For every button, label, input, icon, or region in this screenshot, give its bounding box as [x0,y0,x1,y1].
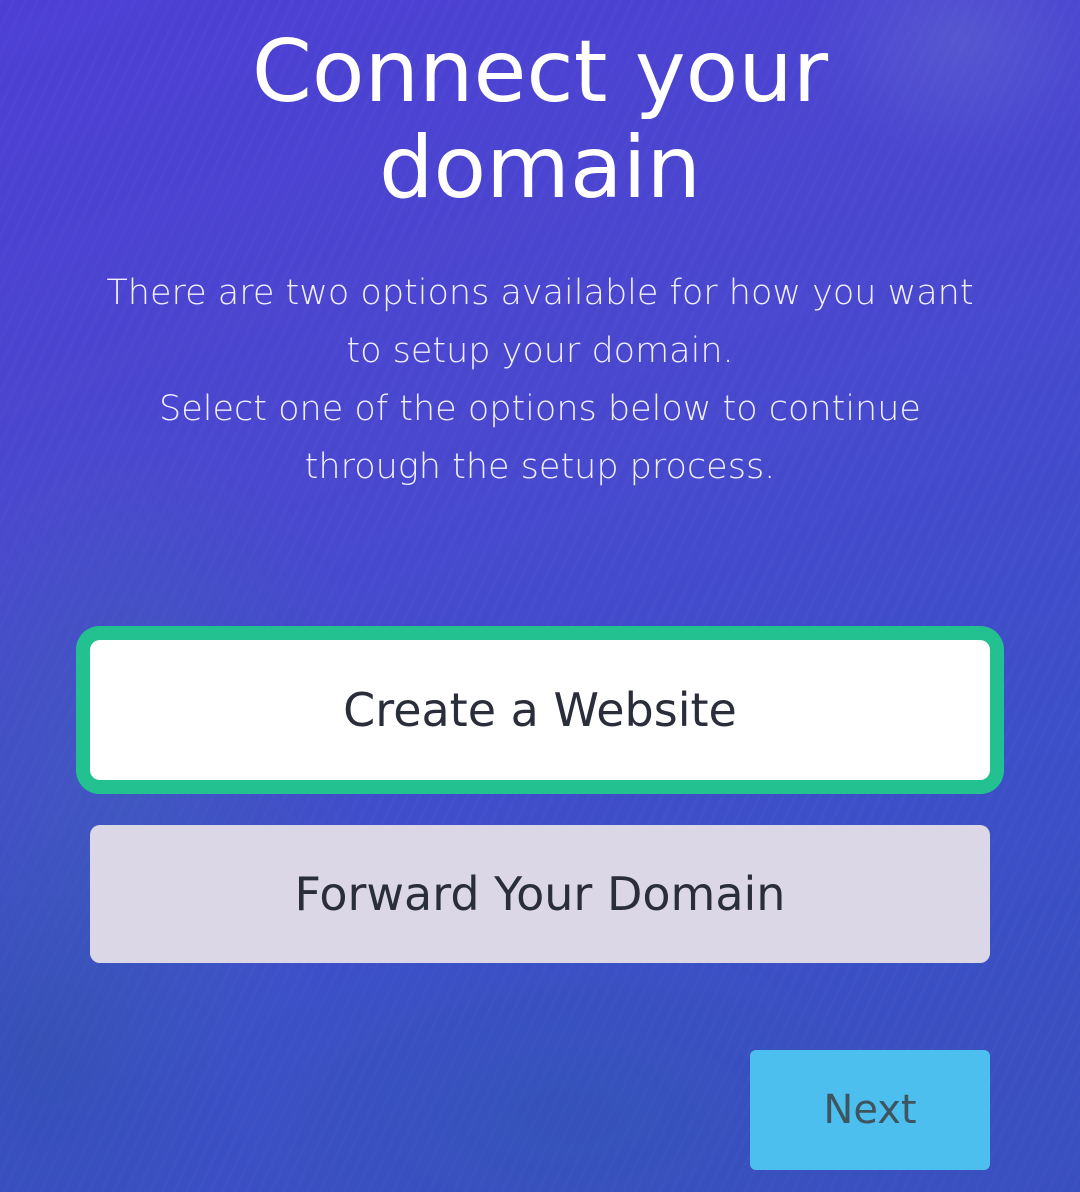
option-forward-domain-button[interactable]: Forward Your Domain [90,825,990,963]
next-button[interactable]: Next [750,1050,990,1170]
option-label: Forward Your Domain [294,867,786,921]
option-create-website-button[interactable]: Create a Website [90,640,990,780]
page-description: There are two options available for how … [106,273,974,487]
next-button-label: Next [823,1087,917,1133]
option-label: Create a Website [343,683,737,737]
page-title: Connect your domain [251,22,829,218]
